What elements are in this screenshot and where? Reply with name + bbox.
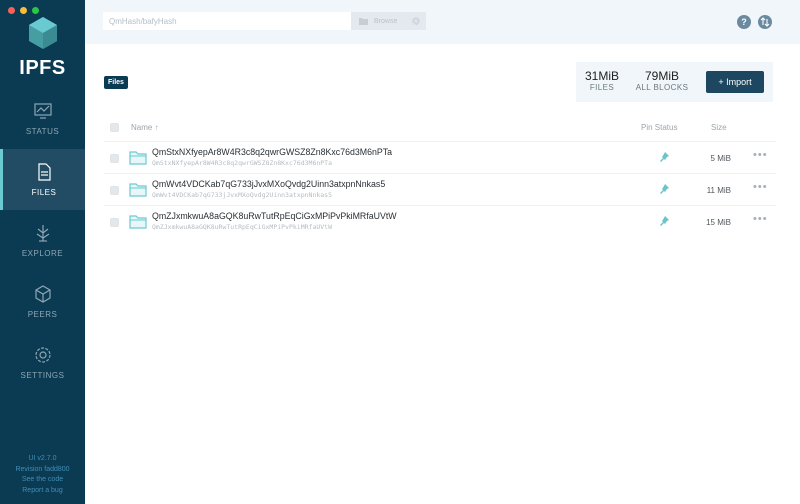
window-controls xyxy=(8,7,39,14)
gear-icon xyxy=(412,17,420,25)
import-button[interactable]: + Import xyxy=(706,71,764,93)
file-name[interactable]: QmStxNXfyepAr8W4R3c8q2qwrGWSZ8Zn8Kxc76d3… xyxy=(152,147,392,157)
pin-icon[interactable] xyxy=(658,183,670,195)
folder-small-icon xyxy=(359,18,368,25)
sidebar-footer: UI v2.7.0 Revision fadd800 See the code … xyxy=(0,454,85,496)
blocks-size-value: 79MiB xyxy=(644,69,679,83)
sidebar-item-settings[interactable]: SETTINGS xyxy=(0,332,85,393)
files-size-value: 31MiB xyxy=(584,69,619,83)
report-bug-link[interactable]: Report a bug xyxy=(0,486,85,497)
breadcrumb-files[interactable]: Files xyxy=(104,76,128,89)
file-cid: QmWvt4VDCKab7qG733jJvxMXoQvdg2Uinn3atxpn… xyxy=(152,191,333,199)
file-name[interactable]: QmZJxmkwuA8aGQK8uRwTutRpEqCiGxMPiPvPkiMR… xyxy=(152,211,397,221)
files-size-stat: 31MiB FILES xyxy=(583,69,621,93)
files-size-label: FILES xyxy=(589,83,615,92)
bandwidth-icon[interactable] xyxy=(758,15,772,29)
pin-icon[interactable] xyxy=(658,151,670,163)
more-options-icon[interactable]: ••• xyxy=(753,150,768,161)
sidebar-item-status[interactable]: STATUS xyxy=(0,88,85,149)
arrows-icon xyxy=(760,17,770,27)
table-row[interactable]: QmZJxmkwuA8aGQK8uRwTutRpEqCiGxMPiPvPkiMR… xyxy=(104,205,776,237)
pin-icon[interactable] xyxy=(658,215,670,227)
revision-link[interactable]: Revision fadd800 xyxy=(0,465,85,476)
file-size: 11 MiB xyxy=(706,186,731,195)
folder-icon[interactable] xyxy=(129,151,147,165)
browse-label: Browse xyxy=(374,17,398,25)
sidebar: IPFS STATUS FILES EXPLORE PEERS SETTINGS… xyxy=(0,0,85,504)
path-input[interactable] xyxy=(103,12,351,30)
ipfs-logo[interactable]: IPFS xyxy=(0,16,85,80)
more-options-icon[interactable]: ••• xyxy=(753,182,768,193)
file-cid: QmZJxmkwuA8aGQK8uRwTutRpEqCiGxMPiPvPkiMR… xyxy=(152,223,333,231)
settings-icon xyxy=(34,347,51,363)
maximize-window-button[interactable] xyxy=(32,7,39,14)
files-icon xyxy=(38,163,51,181)
top-bar: Browse ? xyxy=(85,0,800,44)
version-text: UI v2.7.0 xyxy=(28,455,57,462)
logo-text: IPFS xyxy=(19,57,66,79)
see-code-link[interactable]: See the code xyxy=(0,475,85,486)
table-row[interactable]: QmStxNXfyepAr8W4R3c8q2qwrGWSZ8Zn8Kxc76d3… xyxy=(104,141,776,173)
sidebar-item-peers[interactable]: PEERS xyxy=(0,271,85,332)
table-header: Name ↑ Pin Status Size xyxy=(104,118,776,138)
more-options-icon[interactable]: ••• xyxy=(753,214,768,225)
sidebar-item-label: SETTINGS xyxy=(20,371,65,380)
close-window-button[interactable] xyxy=(8,7,15,14)
minimize-window-button[interactable] xyxy=(20,7,27,14)
file-cid: QmStxNXfyepAr8W4R3c8q2qwrGWSZ8Zn8Kxc76d3… xyxy=(152,159,333,167)
sidebar-item-files[interactable]: FILES xyxy=(0,149,85,210)
row-checkbox[interactable] xyxy=(110,218,119,227)
row-checkbox[interactable] xyxy=(110,186,119,195)
file-size: 5 MiB xyxy=(710,154,731,163)
row-checkbox[interactable] xyxy=(110,154,119,163)
select-all-checkbox[interactable] xyxy=(110,123,119,132)
column-header-name[interactable]: Name ↑ xyxy=(131,123,159,132)
sidebar-item-explore[interactable]: EXPLORE xyxy=(0,210,85,271)
column-header-pin-status: Pin Status xyxy=(641,123,678,132)
peers-icon xyxy=(34,285,51,303)
sidebar-item-label: EXPLORE xyxy=(21,249,64,258)
sidebar-nav: STATUS FILES EXPLORE PEERS SETTINGS xyxy=(0,88,85,393)
blocks-size-label: ALL BLOCKS xyxy=(635,83,689,92)
files-stats-panel: 31MiB FILES 79MiB ALL BLOCKS + Import xyxy=(576,62,773,102)
sidebar-item-label: FILES xyxy=(31,188,57,197)
ipfs-cube-icon xyxy=(28,17,57,49)
explore-icon xyxy=(36,225,49,242)
sidebar-item-label: PEERS xyxy=(27,310,58,319)
file-size: 15 MiB xyxy=(706,218,731,227)
browse-button[interactable]: Browse xyxy=(351,12,426,30)
file-name[interactable]: QmWvt4VDCKab7qG733jJvxMXoQvdg2Uinn3atxpn… xyxy=(152,179,385,189)
folder-icon[interactable] xyxy=(129,183,147,197)
status-icon xyxy=(33,103,52,119)
folder-icon[interactable] xyxy=(129,215,147,229)
blocks-size-stat: 79MiB ALL BLOCKS xyxy=(634,69,690,93)
column-header-size[interactable]: Size xyxy=(711,123,727,132)
table-row[interactable]: QmWvt4VDCKab7qG733jJvxMXoQvdg2Uinn3atxpn… xyxy=(104,173,776,205)
sidebar-item-label: STATUS xyxy=(25,127,60,136)
help-icon[interactable]: ? xyxy=(737,15,751,29)
